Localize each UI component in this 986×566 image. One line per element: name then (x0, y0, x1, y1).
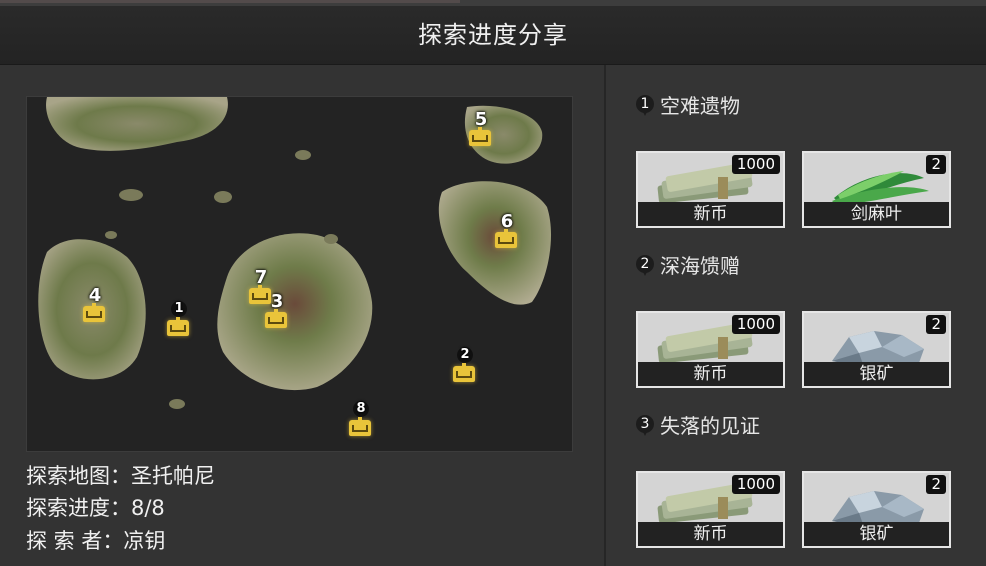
islet (169, 399, 185, 409)
item-quantity: 2 (926, 475, 946, 494)
map-name-label: 探索地图：圣托帕尼 (26, 464, 215, 488)
exploration-map[interactable]: 1 2 3 4 5 6 7 8 (26, 96, 573, 452)
map-marker[interactable]: 7 (247, 267, 275, 311)
reward-title-text: 空难遗物 (660, 94, 740, 118)
item-name: 剑麻叶 (804, 202, 949, 226)
treasure-chest-icon (469, 127, 491, 146)
island-central (217, 233, 373, 391)
treasure-chest-icon (167, 317, 189, 336)
reward-section-title: 1 空难遗物 (636, 93, 740, 119)
item-name: 新币 (638, 202, 783, 226)
island-north (46, 97, 228, 151)
marker-number: 1 (171, 301, 187, 317)
treasure-chest-icon (265, 309, 287, 328)
item-name: 新币 (638, 362, 783, 386)
item-quantity: 1000 (731, 475, 780, 494)
item-name: 银矿 (804, 362, 949, 386)
treasure-chest-icon (495, 229, 517, 248)
reward-item[interactable]: 2 剑麻叶 (802, 151, 951, 228)
map-marker[interactable]: 5 (467, 109, 495, 153)
islet (295, 150, 311, 160)
explorer-label: 探 索 者：凉钥 (26, 529, 166, 553)
item-quantity: 1000 (731, 315, 780, 334)
islet (105, 231, 117, 239)
reward-item[interactable]: 1000 新币 (636, 151, 785, 228)
map-marker[interactable]: 2 (451, 345, 479, 389)
item-quantity: 2 (926, 155, 946, 174)
reward-title-text: 深海馈赠 (660, 254, 740, 278)
item-name: 银矿 (804, 522, 949, 546)
reward-item[interactable]: 2 银矿 (802, 311, 951, 388)
map-marker[interactable]: 4 (81, 285, 109, 329)
islet (214, 191, 232, 203)
marker-number: 2 (457, 347, 473, 363)
treasure-chest-icon (83, 303, 105, 322)
location-pin-icon: 3 (636, 413, 654, 437)
page-title: 探索进度分享 (0, 6, 986, 65)
map-marker[interactable]: 6 (493, 211, 521, 255)
treasure-chest-icon (453, 363, 475, 382)
location-pin-icon: 1 (636, 93, 654, 117)
islet (119, 189, 143, 201)
top-accent (0, 0, 460, 3)
treasure-chest-icon (349, 417, 371, 436)
item-quantity: 2 (926, 315, 946, 334)
location-pin-icon: 2 (636, 253, 654, 277)
item-name: 新币 (638, 522, 783, 546)
reward-item[interactable]: 1000 新币 (636, 471, 785, 548)
reward-section-title: 3 失落的见证 (636, 413, 760, 439)
map-marker[interactable]: 1 (165, 299, 193, 343)
map-marker[interactable]: 8 (347, 399, 375, 443)
reward-section-title: 2 深海馈赠 (636, 253, 740, 279)
islet (324, 234, 338, 244)
reward-title-text: 失落的见证 (660, 414, 760, 438)
treasure-chest-icon (249, 285, 271, 304)
reward-item[interactable]: 2 银矿 (802, 471, 951, 548)
reward-item[interactable]: 1000 新币 (636, 311, 785, 388)
marker-number: 8 (353, 401, 369, 417)
progress-label: 探索进度：8/8 (26, 496, 165, 520)
item-quantity: 1000 (731, 155, 780, 174)
